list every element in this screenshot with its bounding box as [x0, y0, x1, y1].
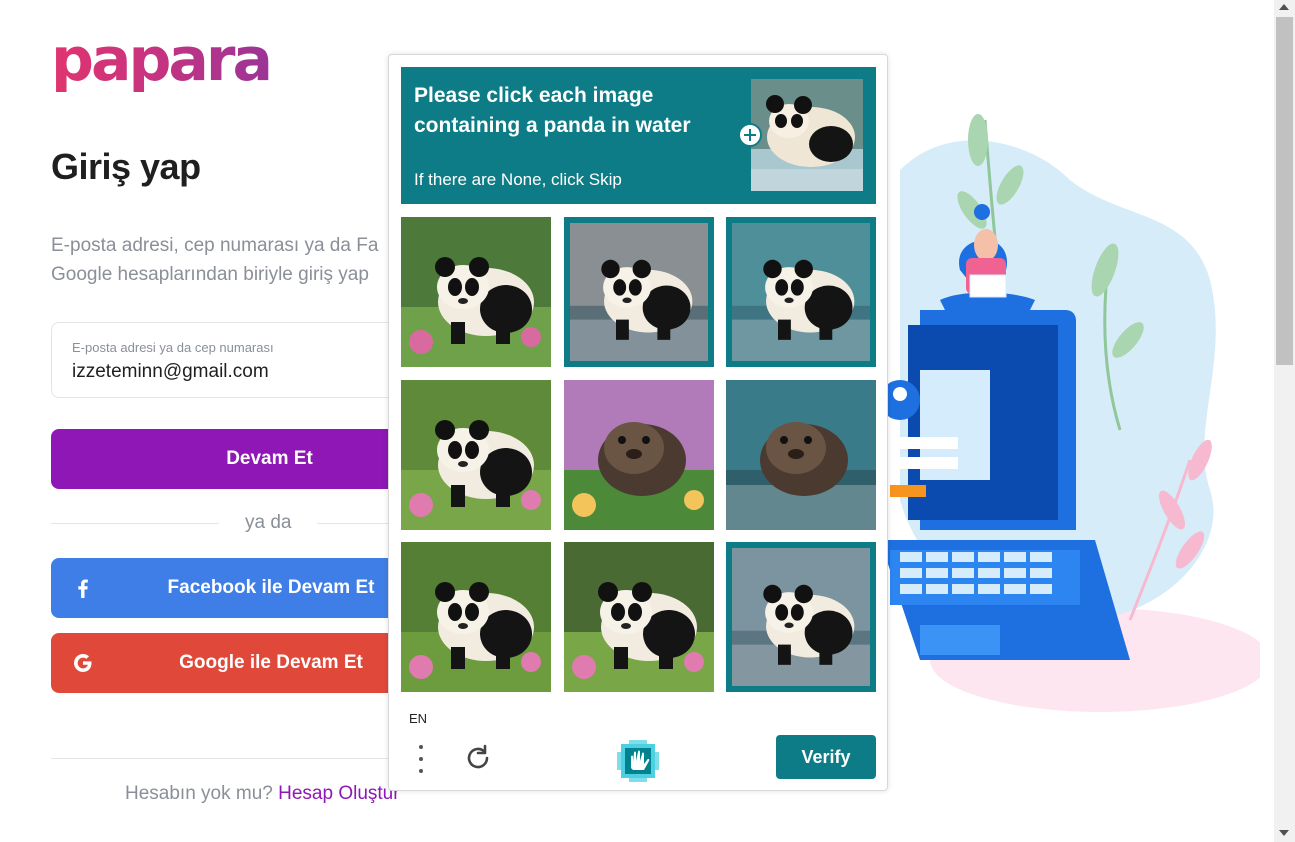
page-scrollbar[interactable] [1274, 0, 1295, 842]
captcha-tile-image-7 [401, 542, 551, 692]
email-field[interactable]: E-posta adresi ya da cep numarası [51, 322, 411, 398]
scroll-down-arrow-icon[interactable] [1279, 830, 1289, 836]
email-field-label: E-posta adresi ya da cep numarası [72, 340, 274, 355]
scroll-up-arrow-icon[interactable] [1279, 4, 1289, 10]
email-input[interactable] [72, 361, 372, 383]
login-description: E-posta adresi, cep numarası ya da Fa Go… [51, 231, 391, 289]
verify-button[interactable]: Verify [776, 735, 876, 779]
captcha-tile-3[interactable] [726, 217, 876, 367]
captcha-tile-9[interactable] [726, 542, 876, 692]
description-line-1: E-posta adresi, cep numarası ya da Fa [51, 235, 379, 256]
signup-row: Hesabın yok mu? Hesap Oluştur [125, 783, 400, 805]
facebook-icon [78, 579, 88, 598]
papara-logo: papara [51, 25, 273, 95]
captcha-prompt: Please click each image containing a pan… [414, 84, 691, 137]
captcha-tile-6[interactable] [726, 379, 876, 530]
language-selector[interactable]: EN [409, 711, 427, 726]
page-title: Giriş yap [51, 146, 201, 187]
captcha-tile-1[interactable] [401, 217, 551, 367]
captcha-dialog: Please click each image containing a pan… [388, 54, 888, 791]
captcha-tile-image-5 [563, 379, 714, 530]
google-button-label: Google ile Devam Et [179, 652, 363, 673]
continue-button-label: Devam Et [226, 448, 313, 469]
captcha-tile-image-3 [732, 223, 870, 361]
captcha-tile-image-2 [569, 223, 708, 361]
captcha-tile-image-8 [563, 542, 714, 692]
captcha-tile-8[interactable] [563, 542, 714, 692]
captcha-tile-image-6 [726, 379, 876, 530]
google-icon [74, 654, 92, 672]
login-illustration [880, 114, 1260, 712]
signup-link[interactable]: Hesap Oluştur [278, 783, 399, 804]
captcha-tile-5[interactable] [563, 379, 714, 530]
refresh-icon[interactable] [463, 743, 493, 773]
captcha-header: Please click each image containing a pan… [401, 67, 876, 204]
zoom-plus-icon[interactable] [738, 123, 762, 147]
scrollbar-thumb[interactable] [1276, 17, 1293, 365]
captcha-tile-4[interactable] [401, 379, 551, 530]
or-line-left [51, 523, 219, 524]
more-options-icon[interactable] [417, 743, 425, 775]
signup-prompt: Hesabın yok mu? [125, 783, 273, 804]
captcha-tile-image-4 [401, 379, 551, 530]
panda-in-water-example-icon [751, 79, 863, 191]
captcha-tile-image-1 [401, 217, 551, 367]
captcha-sub-prompt: If there are None, click Skip [414, 170, 622, 189]
captcha-tile-2[interactable] [563, 217, 714, 367]
facebook-button-label: Facebook ile Devam Et [167, 577, 375, 598]
or-label: ya da [245, 512, 292, 533]
captcha-tile-image-9 [732, 548, 870, 686]
captcha-tile-7[interactable] [401, 542, 551, 692]
hcaptcha-logo-icon [617, 740, 659, 782]
description-line-2: Google hesaplarından biriyle giriş yap [51, 264, 369, 285]
